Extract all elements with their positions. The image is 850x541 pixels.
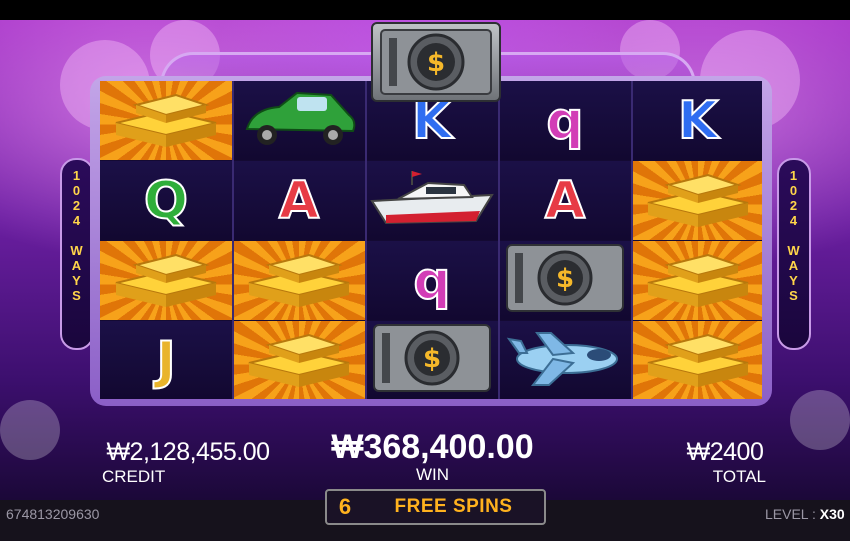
- reel-symbol: Q: [100, 161, 232, 240]
- free-spins-label: FREE SPINS: [394, 496, 513, 517]
- reel-divider: [232, 81, 234, 399]
- reel-symbol: A: [499, 161, 631, 240]
- reel-divider: [631, 81, 633, 399]
- ways-panel-right: 1 0 2 4 W A Y S: [777, 158, 811, 350]
- green-car-icon: [239, 85, 359, 156]
- reel-symbol: [233, 321, 365, 399]
- reel-symbol: q: [499, 81, 631, 160]
- credit-amount: ₩2,128,455.00: [106, 438, 270, 466]
- total-amount: ₩2400: [686, 438, 764, 466]
- stage-light: [0, 400, 60, 460]
- letter-symbol-Q: Q: [143, 170, 189, 231]
- reel-symbol: J: [100, 321, 232, 399]
- reel-divider: [365, 81, 367, 399]
- gold-bars-icon: [638, 163, 758, 238]
- reel-divider: [498, 81, 500, 399]
- svg-text:$: $: [427, 48, 445, 78]
- reel-symbol: K: [632, 81, 762, 160]
- level-label: LEVEL :: [765, 506, 820, 522]
- ways-label-right: 1 0 2 4 W A Y S: [787, 168, 801, 303]
- stage-light: [790, 390, 850, 450]
- letter-symbol-q: q: [412, 250, 451, 311]
- reel-symbol: [100, 241, 232, 320]
- gold-bars-icon: [239, 243, 359, 318]
- reel-symbol: [632, 161, 762, 240]
- free-spins-panel: 6 FREE SPINS: [325, 489, 546, 525]
- reel-symbol: [233, 81, 365, 160]
- top-bar: [0, 0, 850, 20]
- free-spins-count: 6: [338, 494, 352, 519]
- yacht-icon: [368, 165, 496, 236]
- reel-symbol: q: [366, 241, 498, 320]
- ways-panel-left: 1 0 2 4 W A Y S: [60, 158, 94, 350]
- gold-bars-icon: [106, 83, 226, 158]
- reel-symbol: [632, 321, 762, 399]
- reel-symbol: A: [233, 161, 365, 240]
- reel-window: Q J A Kq $ q A $ K: [90, 76, 772, 406]
- credit-label: CREDIT: [102, 467, 166, 486]
- ways-label-left: 1 0 2 4 W A Y S: [70, 168, 84, 303]
- letter-symbol-A: A: [544, 170, 586, 231]
- reel-symbol: [100, 81, 232, 160]
- gold-bars-icon: [638, 323, 758, 398]
- svg-text:$: $: [556, 264, 574, 294]
- win-label: WIN: [415, 465, 450, 484]
- gold-bars-icon: [239, 323, 359, 398]
- svg-text:$: $: [423, 344, 441, 374]
- vault-icon: $: [371, 22, 501, 102]
- total-label: TOTAL: [712, 467, 766, 486]
- letter-symbol-A: A: [278, 170, 320, 231]
- reel-symbol: [499, 321, 631, 399]
- vault-icon: $: [503, 241, 627, 320]
- vault-icon: $: [370, 321, 494, 399]
- reel-symbol: $: [366, 321, 498, 399]
- win-amount: ₩368,400.00: [331, 428, 534, 466]
- gold-bars-icon: [638, 243, 758, 318]
- reel-grid: Q J A Kq $ q A $ K: [100, 81, 762, 399]
- letter-symbol-q: q: [545, 90, 584, 151]
- reel-symbol: [632, 241, 762, 320]
- reel-symbol: [366, 161, 498, 240]
- reel-symbol: [233, 241, 365, 320]
- letter-symbol-K: K: [677, 90, 719, 151]
- level-value: X30: [819, 506, 845, 522]
- session-id: 674813209630: [6, 506, 100, 522]
- level-indicator: LEVEL : X30: [765, 506, 845, 522]
- airplane-icon: [503, 323, 627, 398]
- credit-display: ₩2,128,455.00 CREDIT: [98, 438, 278, 487]
- letter-symbol-J: J: [155, 330, 176, 391]
- win-display: ₩368,400.00 WIN: [300, 428, 565, 485]
- total-bet-display: ₩2400 TOTAL: [670, 438, 780, 487]
- gold-bars-icon: [106, 243, 226, 318]
- reel-symbol: $: [499, 241, 631, 320]
